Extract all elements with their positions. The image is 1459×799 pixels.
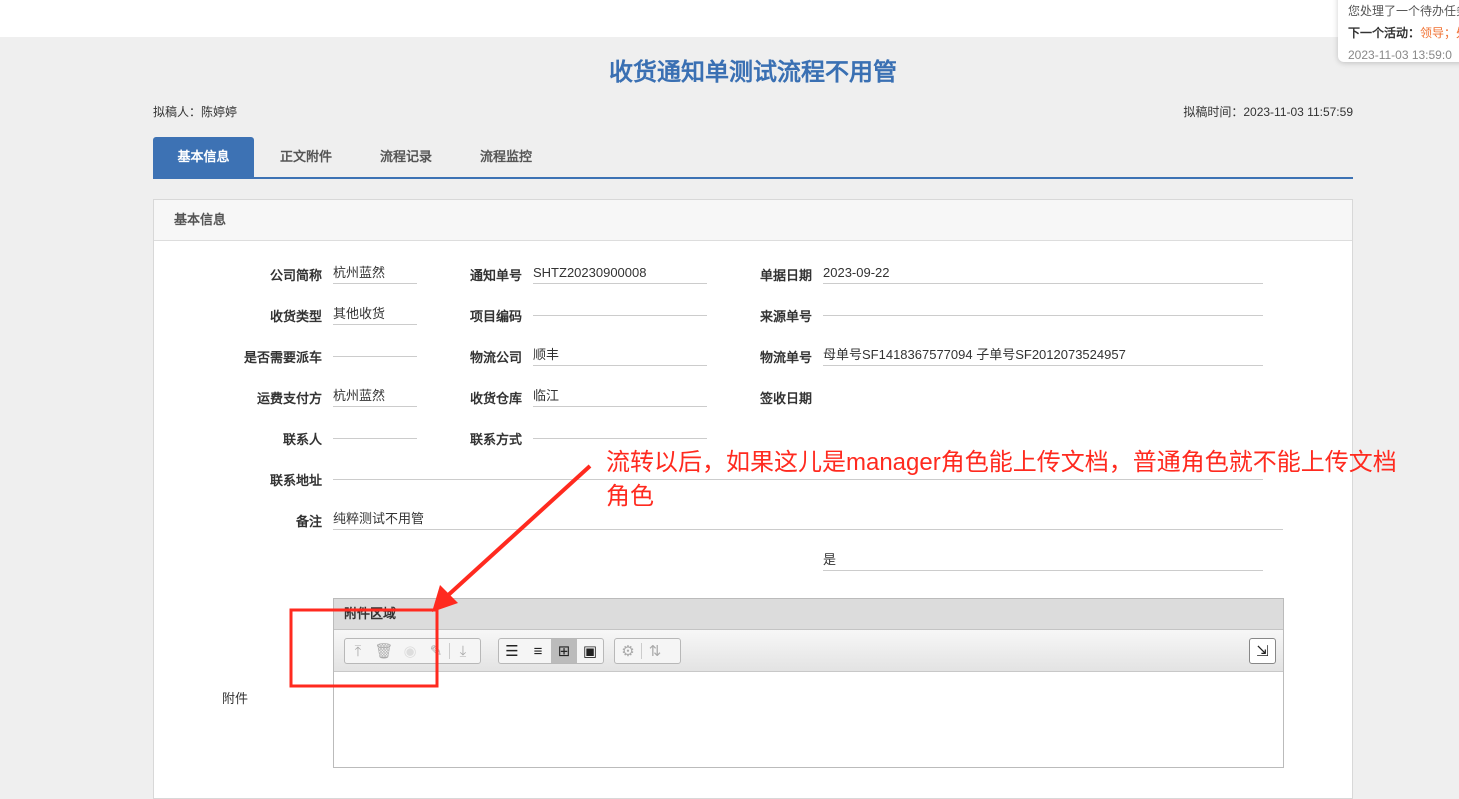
highlight-box	[289, 608, 439, 688]
annotation-arrow	[289, 464, 592, 688]
